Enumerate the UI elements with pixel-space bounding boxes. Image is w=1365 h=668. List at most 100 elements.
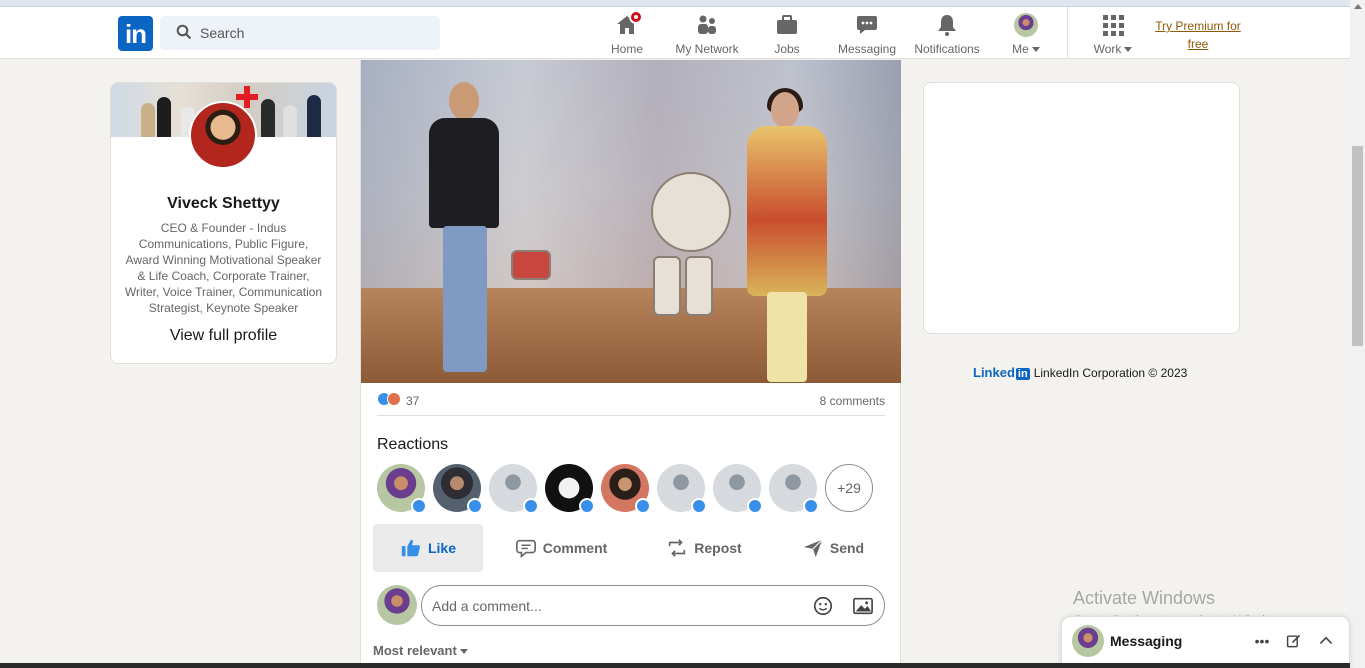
nav-me[interactable]: Me xyxy=(1004,11,1048,57)
comment-button[interactable]: Comment xyxy=(503,524,619,572)
profile-name[interactable]: Viveck Shettyy xyxy=(111,195,336,213)
repost-button[interactable]: Repost xyxy=(649,524,759,572)
try-premium-link[interactable]: Try Premium for free xyxy=(1148,17,1248,53)
nav-jobs-label: Jobs xyxy=(774,42,800,56)
premium-line-1: Try Premium for xyxy=(1155,19,1241,33)
briefcase-icon xyxy=(775,13,799,37)
nav-work-label: Work xyxy=(1093,42,1122,56)
sort-label: Most relevant xyxy=(373,643,457,658)
watermark-title: Activate Windows xyxy=(1073,588,1216,608)
commenter-avatar[interactable] xyxy=(377,585,417,625)
social-counts: 37 8 comments xyxy=(377,390,885,416)
reactors-list: +29 xyxy=(377,464,887,514)
reactor-avatar[interactable] xyxy=(657,464,707,514)
comment-input[interactable] xyxy=(432,586,802,625)
reactions-heading: Reactions xyxy=(377,436,449,453)
like-label: Like xyxy=(427,540,456,556)
repost-icon xyxy=(669,539,686,557)
emoji-icon[interactable] xyxy=(812,595,834,617)
like-badge-icon xyxy=(803,498,819,514)
post-image[interactable] xyxy=(361,60,901,383)
global-nav: in Home My Network Jobs Messaging Notifi… xyxy=(0,7,1350,59)
like-badge-icon xyxy=(635,498,651,514)
more-options-icon[interactable]: ••• xyxy=(1252,631,1272,651)
comment-label: Comment xyxy=(542,540,608,556)
reactor-avatar[interactable] xyxy=(713,464,763,514)
nav-messaging[interactable]: Messaging xyxy=(836,11,898,57)
nav-work[interactable]: Work xyxy=(1084,11,1142,57)
thumbs-up-icon xyxy=(401,539,420,557)
send-button[interactable]: Send xyxy=(783,524,883,572)
nav-notifications[interactable]: Notifications xyxy=(912,11,982,57)
reactor-avatar[interactable] xyxy=(545,464,595,514)
messaging-overlay[interactable]: Messaging ••• xyxy=(1061,616,1350,668)
chevron-down-icon xyxy=(1124,47,1133,53)
profile-headline: CEO & Founder - Indus Communications, Pu… xyxy=(124,221,323,315)
comment-composer xyxy=(377,585,887,627)
search-input[interactable] xyxy=(200,16,430,50)
taskbar-edge xyxy=(0,663,1350,668)
reactor-avatar[interactable] xyxy=(769,464,819,514)
home-icon xyxy=(615,10,643,37)
scroll-up-arrow-icon[interactable] xyxy=(1354,4,1362,9)
messaging-icon xyxy=(855,13,879,37)
comments-count-link[interactable]: 8 comments xyxy=(820,394,885,408)
like-badge-icon xyxy=(691,498,707,514)
post-actions: Like Comment Repost Send xyxy=(373,524,893,572)
like-button[interactable]: Like xyxy=(373,524,483,572)
image-icon[interactable] xyxy=(852,596,874,616)
search-bar[interactable] xyxy=(160,16,440,50)
nav-home[interactable]: Home xyxy=(604,10,650,57)
footer-copyright: Linked in LinkedIn Corporation © 2023 xyxy=(973,365,1187,380)
profile-avatar[interactable] xyxy=(189,101,257,169)
reaction-count[interactable]: 37 xyxy=(406,394,419,408)
linkedin-footer-logo: Linked in xyxy=(973,365,1030,380)
messaging-title[interactable]: Messaging xyxy=(1110,633,1182,649)
notification-badge xyxy=(629,10,643,24)
reactor-avatar[interactable] xyxy=(377,464,427,514)
page-scrollbar[interactable] xyxy=(1350,0,1365,668)
comment-sort-dropdown[interactable]: Most relevant xyxy=(373,643,468,658)
send-icon xyxy=(803,539,823,558)
chevron-down-icon xyxy=(1031,47,1040,53)
scrollbar-thumb[interactable] xyxy=(1352,146,1363,346)
like-badge-icon xyxy=(523,498,539,514)
love-reaction-icon xyxy=(387,392,401,406)
grid-icon xyxy=(1101,13,1125,37)
repost-label: Repost xyxy=(694,540,742,556)
like-badge-icon xyxy=(747,498,763,514)
reactor-avatar[interactable] xyxy=(601,464,651,514)
post-card: 37 8 comments Reactions +29 Like Comment… xyxy=(360,60,901,668)
compose-icon[interactable] xyxy=(1284,631,1304,651)
nav-home-label: Home xyxy=(610,42,643,56)
chevron-down-icon xyxy=(459,649,468,655)
like-badge-icon xyxy=(467,498,483,514)
browser-chrome-edge xyxy=(0,0,1365,7)
network-icon xyxy=(695,13,719,37)
reactor-avatar[interactable] xyxy=(489,464,539,514)
comment-icon xyxy=(515,539,536,558)
search-icon xyxy=(176,24,192,40)
nav-my-network-label: My Network xyxy=(675,42,739,56)
nav-my-network[interactable]: My Network xyxy=(672,11,742,57)
copyright-text: LinkedIn Corporation © 2023 xyxy=(1033,365,1188,380)
comment-field[interactable] xyxy=(421,585,885,626)
reactor-avatar[interactable] xyxy=(433,464,483,514)
reaction-icons[interactable] xyxy=(377,392,405,408)
linkedin-logo[interactable]: in xyxy=(118,16,153,51)
nav-notifications-label: Notifications xyxy=(914,42,980,56)
more-reactors-button[interactable]: +29 xyxy=(825,464,873,512)
chevron-up-icon[interactable] xyxy=(1316,631,1336,651)
avatar xyxy=(1014,13,1038,37)
like-badge-icon xyxy=(411,498,427,514)
view-full-profile-link[interactable]: View full profile xyxy=(111,327,336,345)
premium-line-2: free xyxy=(1187,37,1209,51)
nav-divider xyxy=(1067,7,1068,59)
like-badge-icon xyxy=(579,498,595,514)
nav-messaging-label: Messaging xyxy=(837,42,897,56)
right-rail-ad-card xyxy=(923,82,1240,334)
send-label: Send xyxy=(829,540,865,556)
messaging-avatar xyxy=(1072,625,1104,657)
nav-me-label: Me xyxy=(1012,42,1029,56)
nav-jobs[interactable]: Jobs xyxy=(764,11,810,57)
